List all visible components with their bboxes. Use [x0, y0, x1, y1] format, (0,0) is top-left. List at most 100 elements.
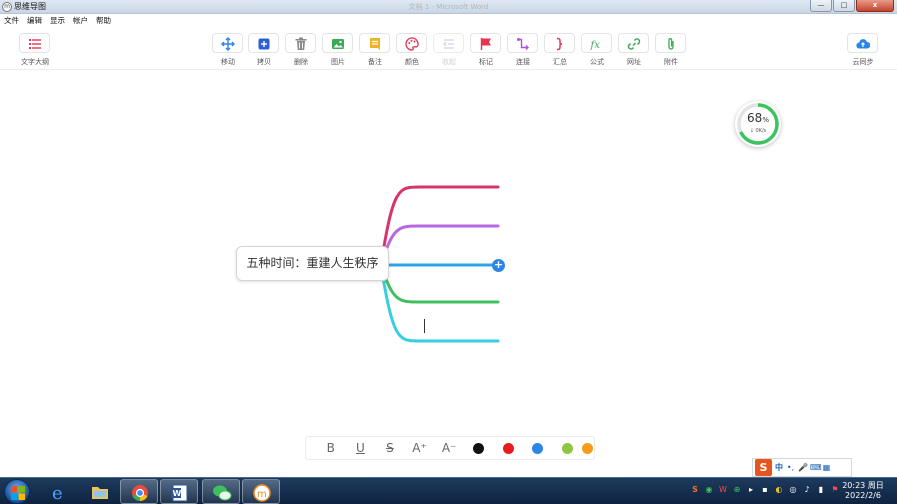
menu-account[interactable]: 帐户	[73, 15, 88, 27]
connect-icon	[517, 38, 529, 50]
wechat-icon	[213, 485, 232, 501]
punctuation-icon[interactable]: •,	[786, 463, 795, 472]
paperclip-icon	[668, 38, 674, 50]
speed-rate: ↓ 0K/s	[749, 128, 767, 134]
copy-icon	[258, 38, 270, 50]
tray-wps-icon[interactable]: W	[718, 485, 728, 495]
tray-shield-icon[interactable]: ⊕	[732, 485, 742, 495]
folder-icon	[92, 487, 108, 499]
list-icon	[29, 39, 41, 49]
taskbar-explorer[interactable]	[81, 479, 119, 504]
close-button[interactable]: x	[856, 0, 894, 12]
link-icon	[627, 38, 641, 50]
underline-button[interactable]: U	[346, 441, 376, 455]
connect-button[interactable]: 连接	[506, 33, 540, 69]
menu-view[interactable]: 显示	[50, 15, 65, 27]
move-button[interactable]: 移动	[211, 33, 245, 69]
branch-4[interactable]	[379, 263, 500, 304]
volume-icon[interactable]: ♪	[802, 485, 812, 495]
speed-percent: 68%	[747, 111, 769, 125]
minimize-button[interactable]: —	[810, 0, 832, 12]
text-cursor	[424, 319, 425, 333]
image-button[interactable]: 图片	[321, 33, 355, 69]
trash-icon	[295, 37, 307, 50]
tray-sync-icon[interactable]: ◐	[774, 485, 784, 495]
ime-menu-icon[interactable]: ▦	[822, 463, 831, 472]
ime-mode[interactable]: 中	[775, 462, 783, 473]
color-green[interactable]	[553, 442, 583, 454]
image-icon	[332, 39, 344, 49]
taskbar: e W m S ◉ W ⊕ ▸ ▪ ◐ ◎ ♪ ▮ ⚑ 20:23 周日 202…	[0, 477, 897, 504]
window-controls: — □ x	[810, 0, 894, 13]
cloud-sync-button[interactable]: 云同步	[846, 33, 880, 69]
font-decrease-button[interactable]: A⁻	[434, 441, 464, 455]
menu-edit[interactable]: 编辑	[27, 15, 42, 27]
tray-network-icon[interactable]: ◎	[788, 485, 798, 495]
ie-icon: e	[52, 483, 63, 502]
keyboard-icon[interactable]: ⌨	[810, 463, 822, 472]
color-black[interactable]	[464, 442, 494, 454]
svg-text:W: W	[173, 489, 182, 498]
tray-app-icon[interactable]: ▪	[760, 485, 770, 495]
taskbar-word[interactable]: W	[160, 479, 198, 504]
summary-button[interactable]: 汇总	[543, 33, 577, 69]
bold-button[interactable]: B	[316, 441, 346, 455]
outline-button[interactable]: 文字大纲	[18, 33, 52, 69]
start-button[interactable]	[4, 479, 30, 504]
formula-button[interactable]: fx 公式	[580, 33, 614, 69]
font-increase-button[interactable]: A⁺	[405, 441, 435, 455]
menu-bar: 文件 编辑 显示 帐户 帮助	[0, 15, 897, 27]
color-orange[interactable]	[582, 442, 594, 454]
sogou-logo-icon[interactable]: S	[755, 459, 772, 476]
menu-help[interactable]: 帮助	[96, 15, 111, 27]
central-topic[interactable]: 五种时间：重建人生秩序	[236, 246, 389, 281]
system-clock[interactable]: 20:23 周日 2022/2/6	[836, 481, 890, 501]
svg-text:m: m	[257, 489, 267, 500]
network-speed-widget[interactable]: 68% ↓ 0K/s	[735, 101, 781, 147]
tray-arrow-icon[interactable]: ▸	[746, 485, 756, 495]
bracket-icon	[556, 37, 563, 51]
flag-icon	[480, 38, 491, 50]
signal-icon[interactable]: ▮	[816, 485, 826, 495]
tray-sogou-icon[interactable]: S	[690, 485, 700, 495]
note-button[interactable]: 备注	[358, 33, 392, 69]
add-child-button[interactable]: +	[492, 259, 505, 272]
svg-text:fx: fx	[590, 40, 600, 51]
toolbar: 文字大纲 移动 拷贝 删除 图片 备注 颜色 收起 标记 连接 汇总 fx 公式…	[0, 28, 897, 70]
background-window-title: 文档 1 - Microsoft Word	[408, 3, 489, 11]
menu-file[interactable]: 文件	[4, 15, 19, 27]
maximize-button[interactable]: □	[833, 0, 855, 12]
mindmap-canvas[interactable]: 五种时间：重建人生秩序 + 68% ↓ 0K/s	[0, 71, 897, 476]
mark-button[interactable]: 标记	[469, 33, 503, 69]
taskbar-mindmap[interactable]: m	[242, 479, 280, 504]
attach-button[interactable]: 附件	[654, 33, 688, 69]
move-icon	[221, 37, 235, 51]
title-bar: m 思维导图 文档 1 - Microsoft Word — □ x	[0, 0, 897, 14]
delete-button[interactable]: 删除	[284, 33, 318, 69]
clock-date: 2022/2/6	[845, 491, 881, 500]
word-icon: W	[171, 484, 188, 502]
note-icon	[370, 38, 380, 50]
tray-wechat-icon[interactable]: ◉	[704, 485, 714, 495]
taskbar-wechat[interactable]	[202, 479, 240, 504]
color-button[interactable]: 颜色	[395, 33, 429, 69]
attach-label: 附件	[664, 58, 678, 66]
formula-icon: fx	[590, 40, 600, 51]
chrome-icon	[132, 485, 148, 502]
branch-2[interactable]	[379, 224, 500, 267]
copy-button[interactable]: 拷贝	[247, 33, 281, 69]
ime-toolbar: S 中 •, 🎤 ⌨ ▦	[752, 458, 852, 477]
microphone-icon[interactable]: 🎤	[798, 463, 808, 472]
url-button[interactable]: 网址	[617, 33, 651, 69]
strikethrough-button[interactable]: S	[375, 441, 405, 455]
collapse-icon	[442, 39, 454, 49]
mindmap-app-icon: m	[253, 484, 271, 502]
cloud-sync-label: 云同步	[852, 58, 874, 66]
windows-logo-icon	[11, 486, 25, 500]
taskbar-ie[interactable]: e	[40, 479, 78, 504]
collapse-button[interactable]: 收起	[432, 33, 466, 69]
color-red[interactable]	[493, 442, 523, 454]
svg-text:e: e	[52, 483, 63, 502]
color-blue[interactable]	[523, 442, 553, 454]
taskbar-chrome[interactable]	[120, 479, 158, 504]
